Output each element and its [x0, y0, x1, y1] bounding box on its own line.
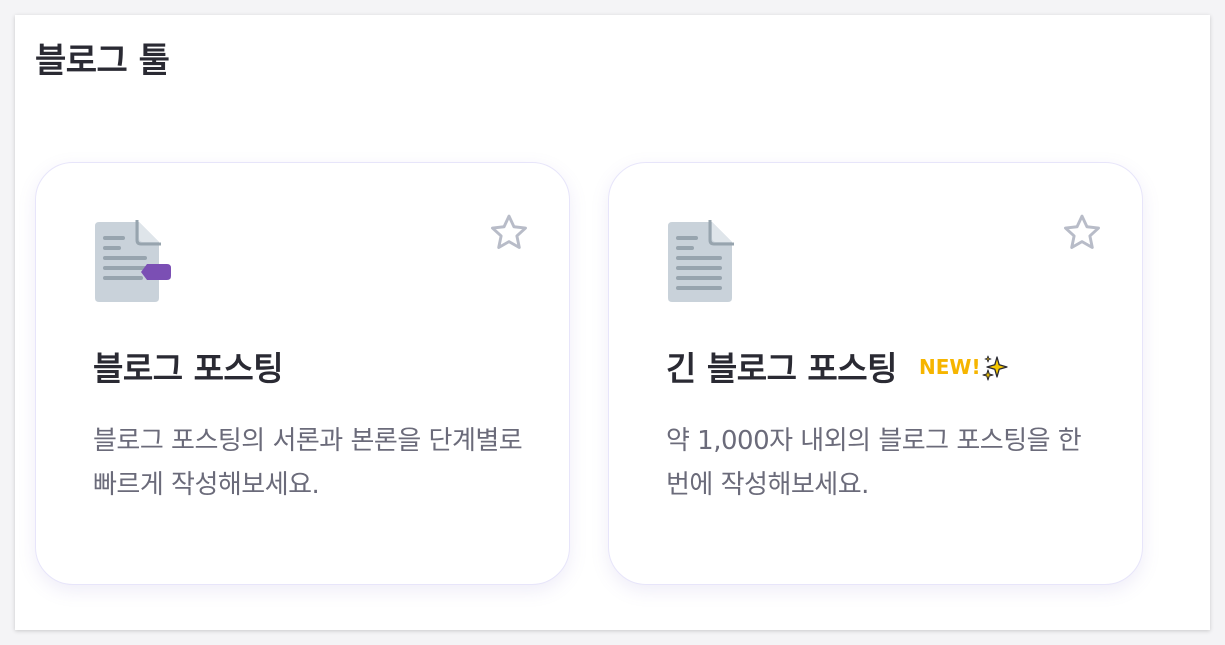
blog-tools-panel: 블로그 툴 블로그 포스팅 블로그 포스팅의 서론과 본론을 단계별로 빠르게 … [15, 15, 1210, 630]
star-icon[interactable] [1060, 211, 1104, 255]
document-tag-icon [95, 220, 171, 302]
sparkle-icon [982, 355, 1008, 381]
card-title: 블로그 포스팅 [93, 349, 284, 388]
section-title: 블로그 툴 [35, 41, 170, 81]
new-badge: NEW! [919, 354, 981, 379]
card-title: 긴 블로그 포스팅 NEW! [666, 347, 1008, 393]
document-icon [668, 220, 734, 302]
card-long-blog-posting[interactable]: 긴 블로그 포스팅 NEW! 약 1,000자 내외의 블로그 포스팅을 한 번에… [608, 162, 1143, 585]
card-description: 블로그 포스팅의 서론과 본론을 단계별로 빠르게 작성해보세요. [93, 426, 523, 500]
card-blog-posting[interactable]: 블로그 포스팅 블로그 포스팅의 서론과 본론을 단계별로 빠르게 작성해보세요… [35, 162, 570, 585]
card-description: 약 1,000자 내외의 블로그 포스팅을 한 번에 작성해보세요. [666, 426, 1082, 500]
star-icon[interactable] [487, 211, 531, 255]
